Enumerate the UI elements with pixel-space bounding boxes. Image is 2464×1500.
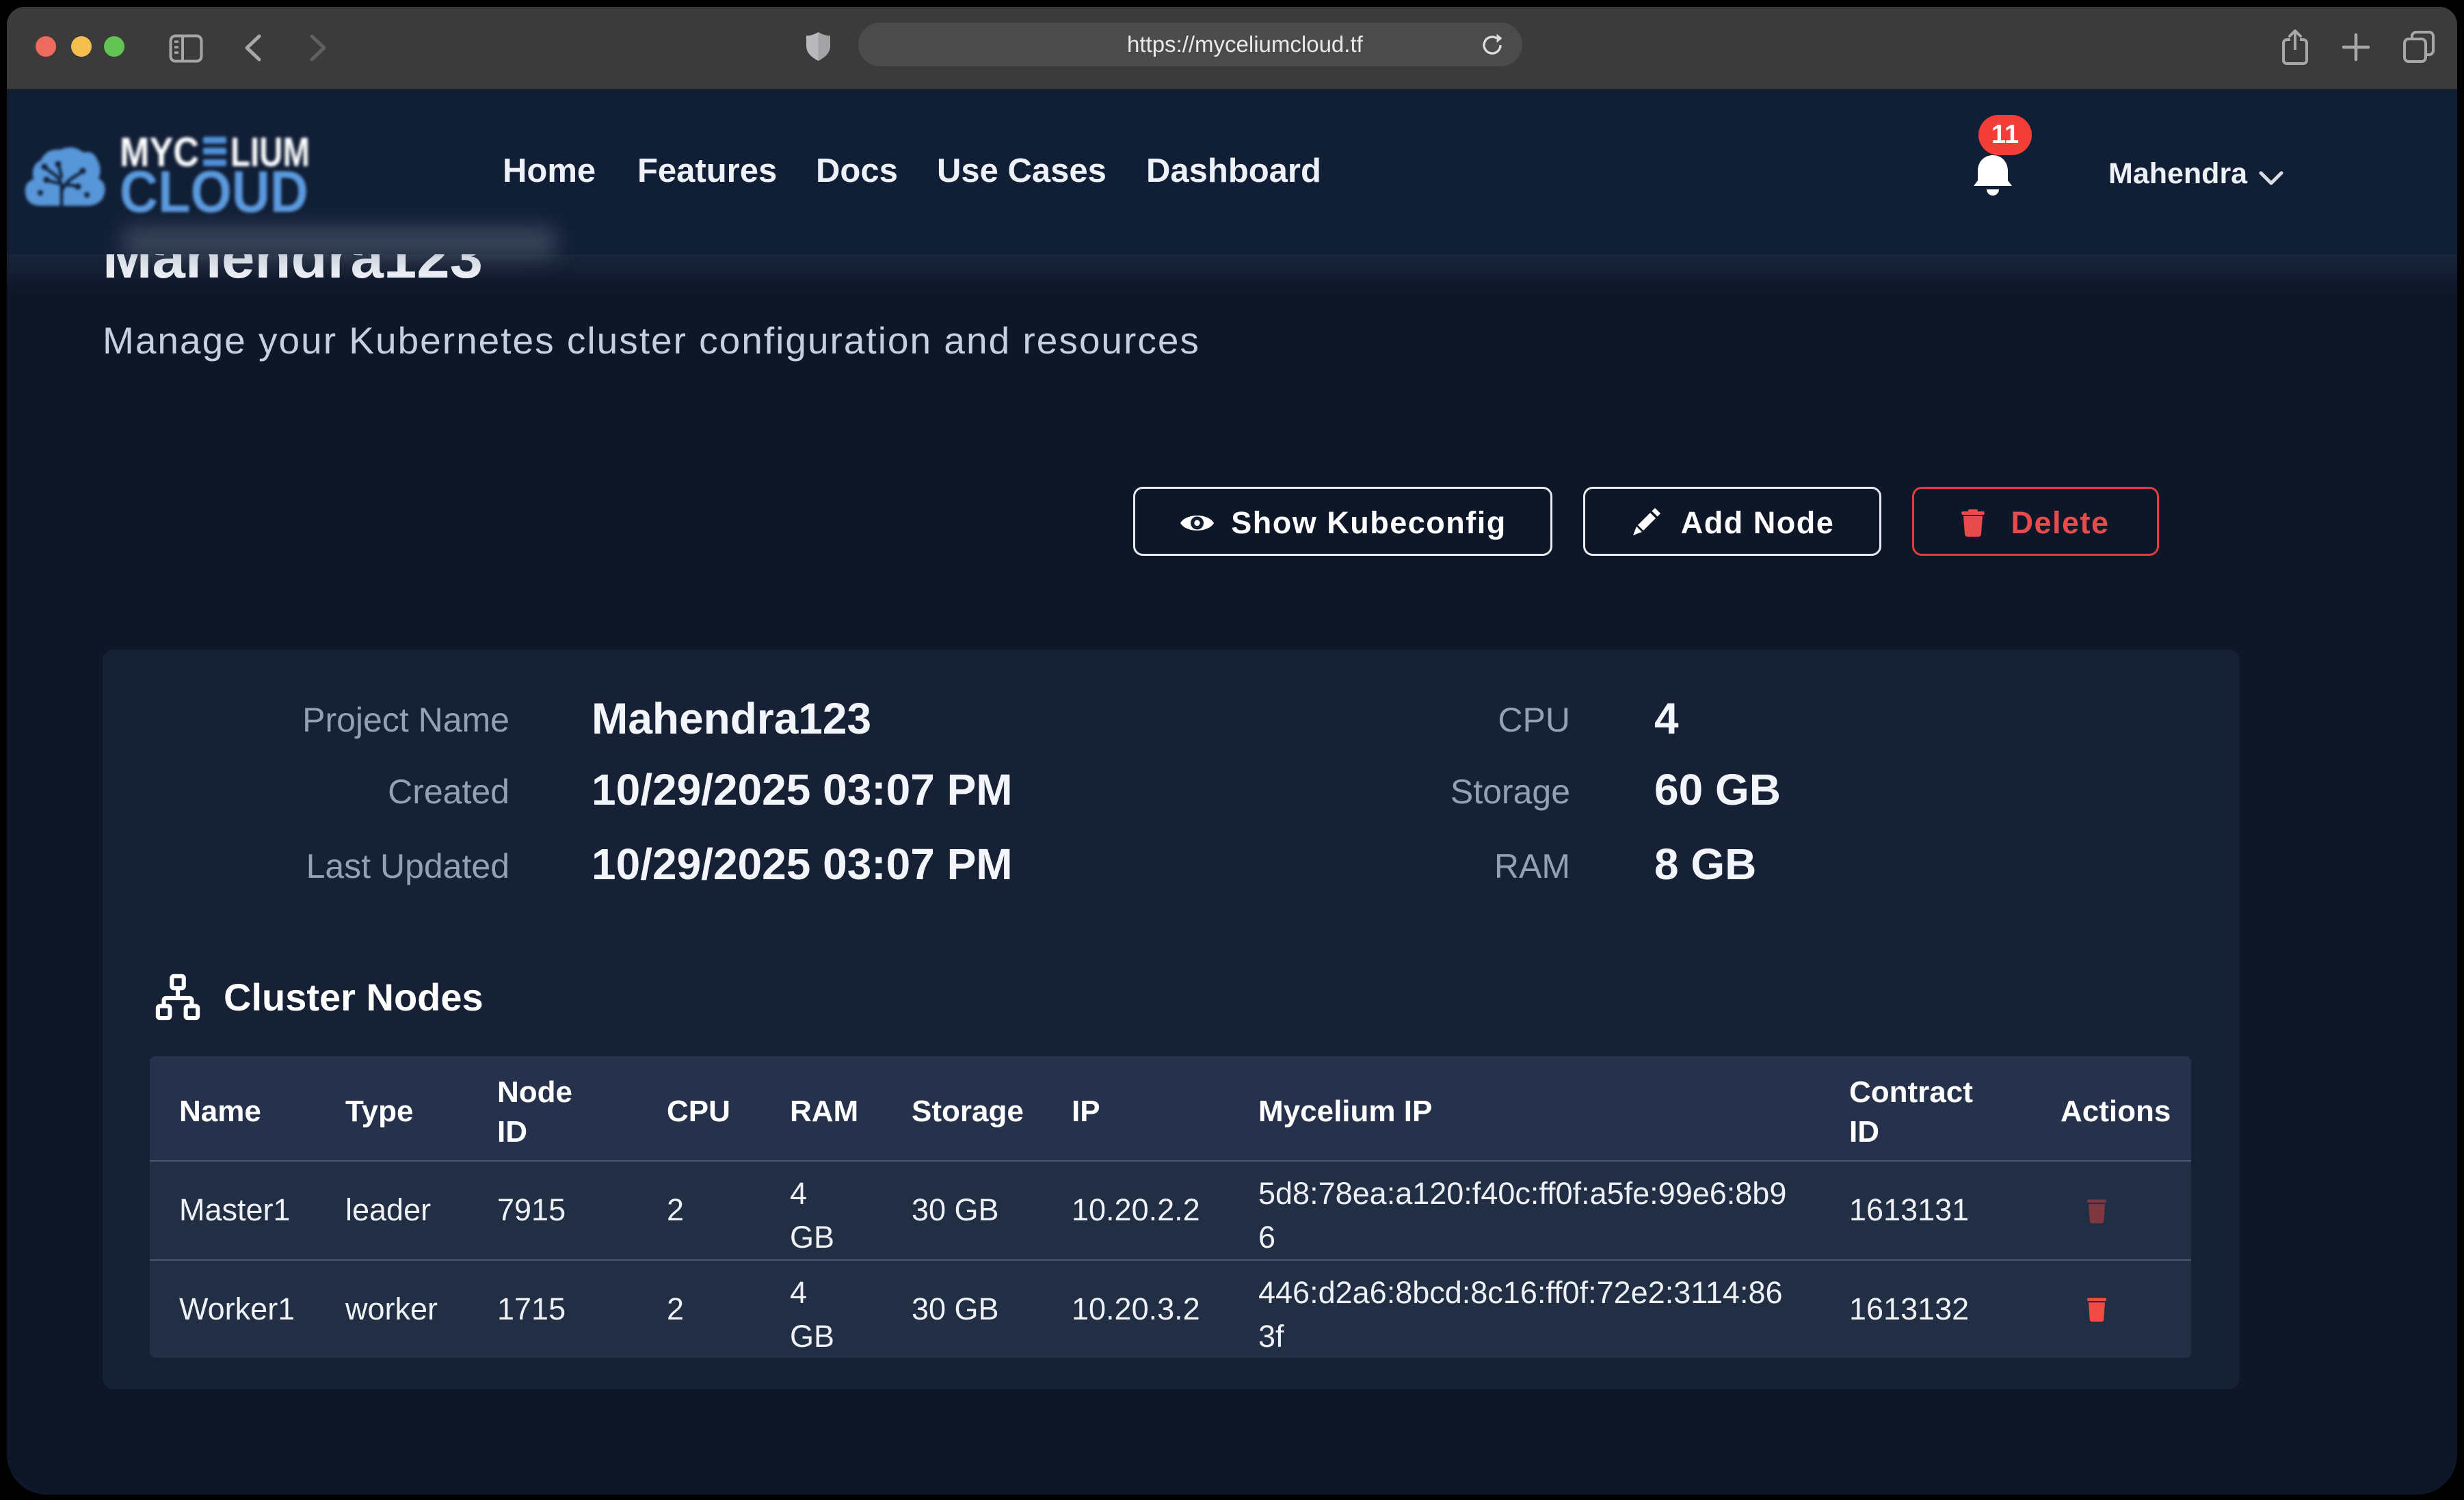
- svg-text:CLOUD: CLOUD: [120, 159, 308, 217]
